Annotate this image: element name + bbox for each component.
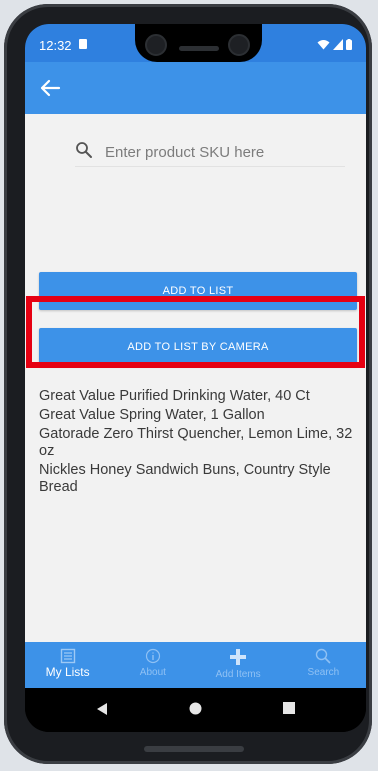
front-camera-left (145, 34, 167, 56)
info-icon (145, 648, 160, 664)
tab-about[interactable]: About (110, 642, 195, 688)
signal-icon (332, 38, 343, 50)
phone-screen: 12:32 Enter product SKU here ADD TO LIST… (25, 24, 366, 732)
status-time: 12:32 (39, 38, 72, 53)
add-to-list-by-camera-button[interactable]: ADD TO LIST BY CAMERA (39, 328, 357, 366)
nav-back-icon[interactable] (95, 702, 109, 716)
tab-search[interactable]: Search (281, 642, 366, 688)
tab-label: About (139, 667, 166, 678)
product-list: Great Value Purified Drinking Water, 40 … (39, 388, 359, 498)
camera-notch (135, 24, 262, 62)
tab-add-items[interactable]: Add Items (196, 642, 281, 688)
sim-card-icon (79, 39, 87, 49)
list-icon (60, 648, 75, 664)
sku-input[interactable] (103, 138, 347, 166)
battery-icon (346, 38, 352, 50)
system-icons (317, 38, 352, 50)
list-item[interactable]: Nickles Honey Sandwich Buns, Country Sty… (39, 462, 359, 496)
wifi-icon (317, 39, 330, 50)
phone-bottom-bezel (144, 746, 244, 752)
sku-search-box (75, 138, 347, 167)
nav-recents-icon[interactable] (283, 702, 295, 714)
status-bar: 12:32 (25, 24, 366, 62)
earpiece-speaker (179, 46, 219, 51)
nav-home-icon[interactable] (189, 702, 202, 715)
tab-label: Search (307, 667, 340, 678)
android-nav-bar (25, 688, 366, 732)
list-item[interactable]: Great Value Purified Drinking Water, 40 … (39, 388, 359, 405)
plus-icon (230, 649, 247, 665)
search-icon (76, 142, 92, 158)
add-to-list-button[interactable]: ADD TO LIST (39, 272, 357, 310)
list-item[interactable]: Gatorade Zero Thirst Quencher, Lemon Lim… (39, 426, 359, 460)
tab-my-lists[interactable]: My Lists (25, 642, 110, 688)
bottom-tab-bar: My Lists About Add Items Search (25, 642, 366, 688)
arrow-left-icon[interactable] (39, 78, 61, 98)
tab-label: Add Items (215, 669, 261, 680)
tab-label: My Lists (45, 665, 90, 679)
main-content: ADD TO LIST ADD TO LIST BY CAMERA Great … (25, 114, 366, 642)
app-bar (25, 62, 366, 114)
front-camera-right (228, 34, 250, 56)
search-icon (316, 648, 331, 664)
list-item[interactable]: Great Value Spring Water, 1 Gallon (39, 407, 359, 424)
phone-frame: 12:32 Enter product SKU here ADD TO LIST… (4, 4, 372, 764)
